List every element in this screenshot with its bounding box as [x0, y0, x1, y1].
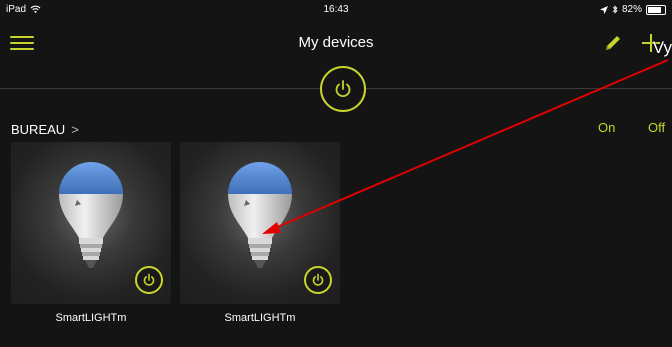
overlay-text: Vy: [652, 38, 672, 57]
device-power-button[interactable]: [135, 266, 163, 294]
device-name: SmartLIGHTm: [224, 312, 296, 324]
nav-bar: My devices Vy: [0, 20, 672, 64]
bulb-icon: [228, 162, 292, 268]
location-icon: [599, 5, 608, 14]
device-tile[interactable]: [11, 142, 171, 304]
chevron-right-icon: >: [71, 122, 79, 137]
group-on-button[interactable]: On: [598, 120, 615, 135]
group-header-bureau[interactable]: BUREAU >: [11, 122, 79, 137]
status-right: 82%: [599, 4, 666, 15]
bluetooth-icon: [612, 5, 618, 14]
edit-button[interactable]: [602, 32, 624, 54]
device-power-button[interactable]: [304, 266, 332, 294]
device-name: SmartLIGHTm: [55, 312, 127, 324]
device-tile[interactable]: [180, 142, 340, 304]
power-icon: [335, 80, 351, 98]
page-title: My devices: [298, 34, 374, 51]
status-time: 16:43: [323, 4, 349, 15]
pencil-icon: [606, 36, 620, 50]
power-icon: [143, 273, 155, 286]
group-name: BUREAU: [11, 122, 66, 137]
status-bar: iPad 16:43 82%: [0, 0, 672, 20]
bulb-icon: [59, 162, 123, 268]
power-icon: [312, 273, 324, 286]
battery-icon: [646, 4, 666, 15]
battery-percent: 82%: [621, 4, 642, 15]
group-off-button[interactable]: Off: [648, 120, 665, 135]
master-power-button[interactable]: [320, 66, 366, 112]
